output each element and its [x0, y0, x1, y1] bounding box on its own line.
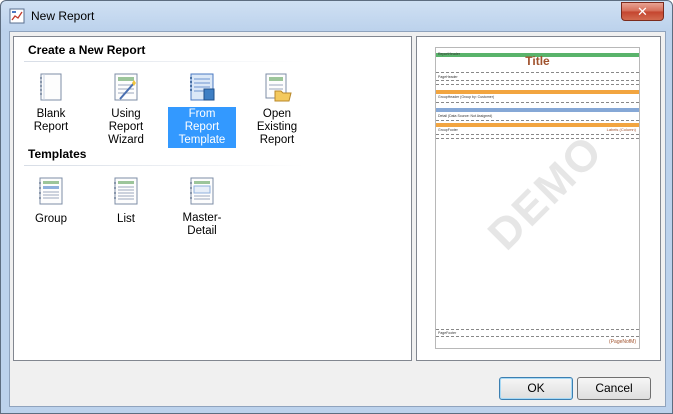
band-separator	[436, 80, 639, 81]
band-label: Detail (Data Source: Not Assigned)	[438, 114, 493, 118]
band-label: GroupHeader (Group by: Customer)	[438, 95, 495, 99]
tile-label: Using Report Wizard	[108, 108, 144, 146]
demo-watermark: DEMO	[478, 125, 613, 260]
ok-button[interactable]: OK	[499, 377, 573, 400]
tile-report-wizard[interactable]: Using Report Wizard	[92, 71, 160, 148]
section-divider	[24, 165, 304, 166]
cancel-button[interactable]: Cancel	[577, 377, 651, 400]
window-title: New Report	[31, 9, 95, 23]
tile-label: Group	[35, 213, 67, 225]
column-label: Labels (Column)	[606, 127, 636, 132]
report-template-icon	[190, 73, 215, 101]
tile-label: Open Existing Report	[256, 108, 298, 146]
tile-label: From Report Template	[168, 107, 236, 148]
band-label: PageFooter	[438, 331, 457, 335]
detail-band	[436, 108, 639, 112]
new-report-dialog: New Report ✕ Create a New Report Blank R…	[0, 0, 673, 414]
page-number-field: (PageNofM)	[609, 339, 636, 345]
blank-report-icon	[40, 73, 62, 101]
preview-title: Title	[525, 54, 550, 68]
band-label: GroupFooter	[438, 128, 458, 132]
tile-template-group[interactable]: Group	[17, 175, 85, 227]
templates-section-title: Templates	[28, 147, 87, 161]
title-bar[interactable]: New Report ✕	[1, 1, 672, 31]
band-separator	[436, 336, 639, 337]
tile-template-list[interactable]: List	[92, 175, 160, 227]
tile-open-existing-report[interactable]: Open Existing Report	[243, 71, 311, 148]
list-template-icon	[114, 177, 138, 205]
band-separator	[436, 329, 639, 330]
preview-page: ReportHeader Title PageHeader GroupHeade…	[435, 47, 640, 349]
band-separator	[436, 84, 639, 85]
tile-report-template[interactable]: From Report Template	[168, 71, 236, 148]
report-wizard-icon	[114, 73, 138, 101]
close-icon: ✕	[637, 4, 648, 19]
section-divider	[24, 61, 304, 62]
report-type-list[interactable]: Create a New Report Blank Report Using R…	[13, 36, 412, 361]
group-template-icon	[39, 177, 63, 205]
tile-blank-report[interactable]: Blank Report	[17, 71, 85, 135]
band-separator	[436, 138, 639, 139]
band-separator	[436, 102, 639, 103]
close-button[interactable]: ✕	[621, 2, 664, 21]
tile-label: List	[117, 213, 135, 225]
band-label: PageHeader	[438, 75, 458, 79]
band-separator	[436, 120, 639, 121]
tile-label: Blank Report	[33, 108, 69, 133]
tile-template-master-detail[interactable]: Master-Detail	[168, 175, 236, 239]
group-header-band	[436, 90, 639, 94]
master-detail-template-icon	[190, 177, 214, 205]
report-app-icon	[9, 8, 25, 24]
create-section-title: Create a New Report	[28, 43, 146, 57]
template-preview-pane: ReportHeader Title PageHeader GroupHeade…	[416, 36, 661, 361]
dialog-body: Create a New Report Blank Report Using R…	[9, 31, 666, 407]
open-report-icon	[265, 73, 292, 102]
band-separator	[436, 134, 639, 135]
band-separator	[436, 72, 639, 73]
tile-label: Master-Detail	[182, 212, 222, 237]
